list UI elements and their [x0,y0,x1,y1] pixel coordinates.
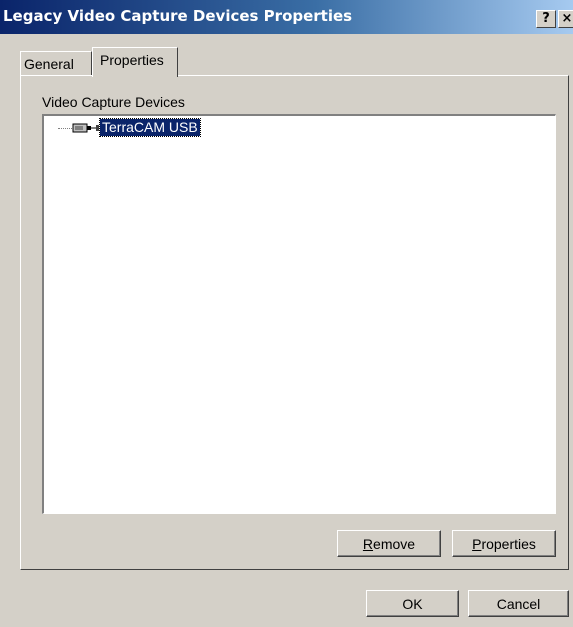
video-capture-devices-label: Video Capture Devices [42,94,185,110]
help-button[interactable]: ? [536,10,556,28]
tab-general[interactable]: General [20,51,92,75]
remove-button[interactable]: Remove [337,530,441,557]
properties-dialog: Legacy Video Capture Devices Properties … [0,0,573,627]
tree-connector [58,128,72,129]
device-tree[interactable] [42,114,556,514]
cancel-button[interactable]: Cancel [468,590,569,617]
remove-mnemonic: R [362,535,374,552]
tab-properties[interactable]: Properties [92,47,178,77]
ok-button[interactable]: OK [366,590,459,617]
properties-label-rest: roperties [481,535,536,552]
device-properties-button[interactable]: Properties [452,530,556,557]
close-button[interactable]: × [558,10,573,28]
remove-label-rest: emove [373,535,416,552]
video-device-icon [72,123,99,133]
window-title: Legacy Video Capture Devices Properties [3,7,353,25]
title-bar[interactable]: Legacy Video Capture Devices Properties … [0,0,573,34]
tree-item-terracam-usb[interactable]: TerraCAM USB [99,118,201,137]
